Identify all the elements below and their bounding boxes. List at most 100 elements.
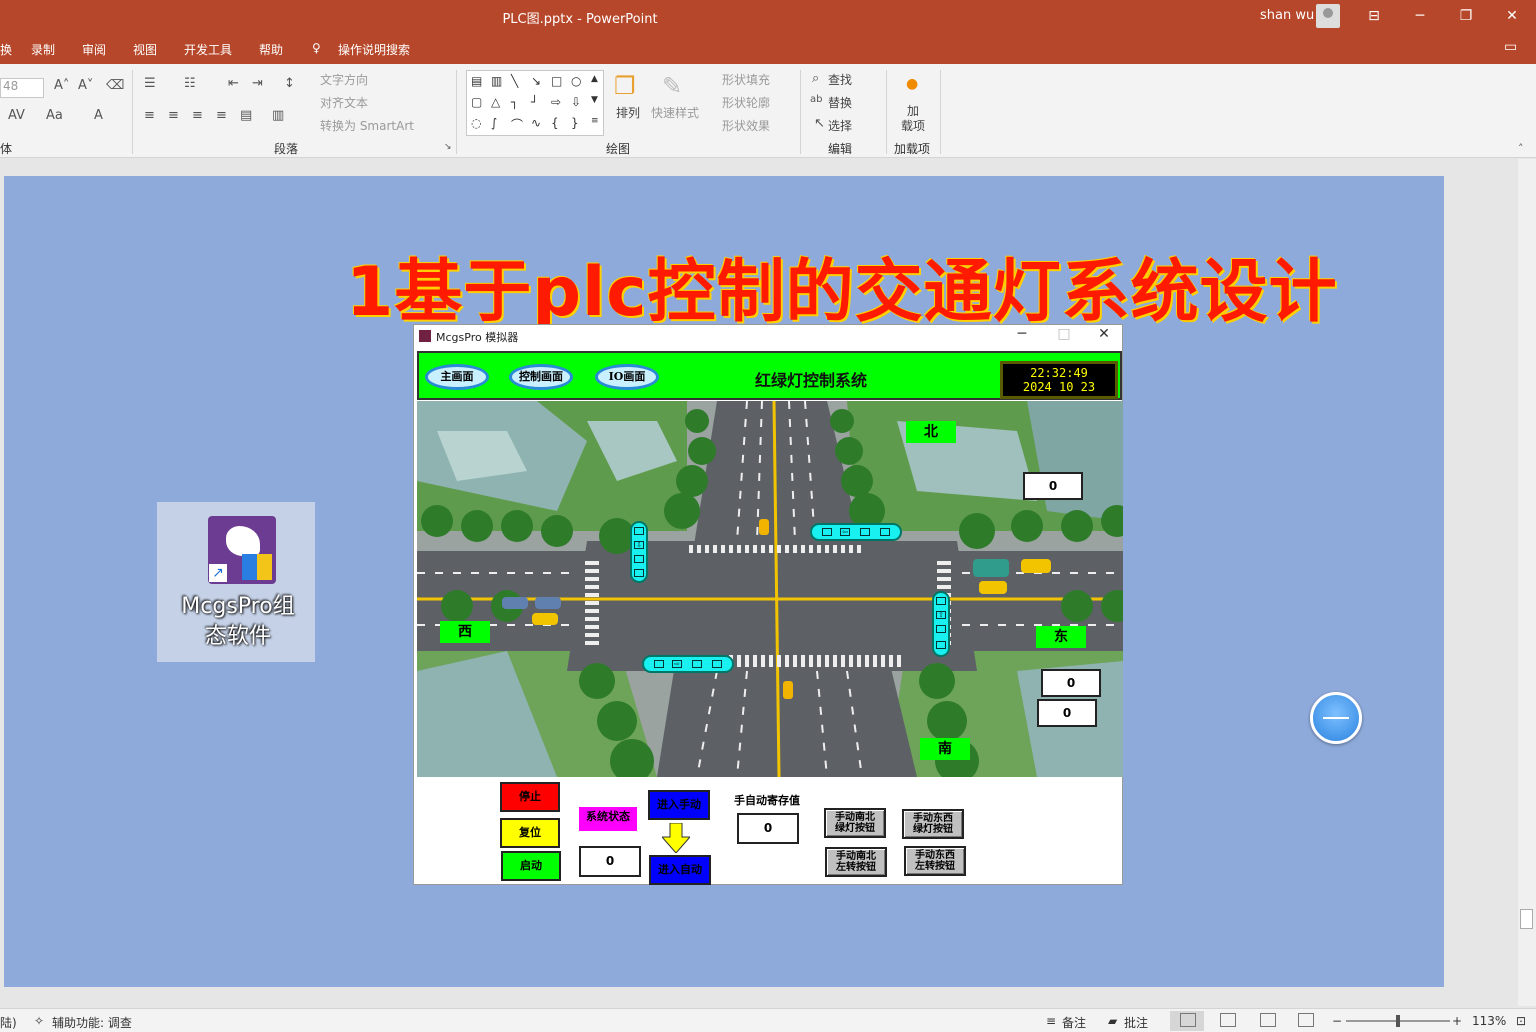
tab-help[interactable]: 帮助 (259, 41, 283, 58)
tab-review[interactable]: 审阅 (82, 41, 106, 58)
decrease-font-icon[interactable]: A˅ (78, 78, 93, 93)
arrange-icon[interactable]: ❐ (614, 72, 636, 100)
shape-effects-button[interactable]: 形状效果 (722, 117, 770, 134)
vtextbox-shape-icon[interactable]: ▥ (491, 74, 502, 88)
nav-control-screen-button[interactable]: 控制画面 (509, 364, 573, 390)
font-size-field[interactable]: 48 (0, 78, 44, 98)
ribbon-display-options-icon[interactable]: ⊟ (1364, 6, 1384, 26)
avatar[interactable] (1316, 4, 1340, 28)
elbow-shape-icon[interactable]: ┘ (531, 95, 538, 109)
font-color-icon[interactable]: A (94, 108, 103, 123)
rounded-rect-shape-icon[interactable]: ▢ (471, 95, 482, 109)
enter-auto-button[interactable]: 进入自动 (649, 855, 711, 885)
gallery-down-icon[interactable]: ▼ (591, 95, 598, 105)
zoom-out-button[interactable]: − (1332, 1014, 1342, 1028)
nav-io-screen-button[interactable]: IO画面 (595, 364, 659, 390)
notes-button[interactable]: 备注 (1062, 1014, 1086, 1031)
scrollbar-thumb[interactable] (1520, 909, 1533, 929)
stop-button[interactable]: 停止 (500, 782, 560, 812)
mcgspro-simulator-window[interactable]: McgsPro 模拟器 ─ □ ✕ 主画面 控制画面 IO画面 红绿灯控制系统 … (413, 324, 1123, 885)
quick-styles-icon[interactable]: ✎ (662, 72, 682, 100)
collapse-ribbon-icon[interactable]: ˄ (1518, 142, 1524, 155)
comment-icon[interactable]: ▭ (1504, 39, 1517, 55)
minimize-button[interactable]: ─ (1410, 6, 1430, 26)
tell-me-search[interactable]: 操作说明搜索 (338, 41, 410, 58)
align-left-icon[interactable]: ≡ (144, 108, 155, 123)
triangle-shape-icon[interactable]: △ (491, 95, 500, 109)
align-text-button[interactable]: 对齐文本 (320, 94, 368, 111)
columns-icon[interactable]: ▥ (272, 108, 284, 123)
shapes-gallery[interactable]: ▤ ▥ ╲ ↘ □ ○ ▢ △ ┐ ┘ ⇨ ⇩ ◌ ∫ ⌒ ∿ { } ▲ ▼ … (466, 70, 604, 136)
rect-shape-icon[interactable]: □ (551, 74, 562, 88)
addin-icon[interactable]: ● (906, 76, 918, 92)
slide-sorter-icon[interactable] (1220, 1013, 1236, 1027)
comments-button[interactable]: 批注 (1124, 1014, 1148, 1031)
floating-assistant-icon[interactable] (1310, 692, 1362, 744)
arrange-button[interactable]: 排列 (616, 104, 640, 121)
user-name[interactable]: shan wu (1260, 8, 1314, 23)
oval-shape-icon[interactable]: ○ (571, 74, 581, 88)
curve-shape-icon[interactable]: ∿ (531, 116, 541, 130)
vertical-scrollbar[interactable] (1518, 159, 1536, 1006)
numbering-icon[interactable]: ☷ (184, 76, 196, 91)
shape-fill-button[interactable]: 形状填充 (722, 71, 770, 88)
dialog-launcher-icon[interactable]: ↘ (444, 142, 452, 152)
connector-shape-icon[interactable]: ┐ (511, 95, 518, 109)
text-direction-button[interactable]: 文字方向 (320, 71, 368, 88)
justify-icon[interactable]: ≡ (216, 108, 227, 123)
increase-indent-icon[interactable]: ⇥ (252, 76, 263, 91)
decrease-indent-icon[interactable]: ⇤ (228, 76, 239, 91)
bullets-icon[interactable]: ☰ (144, 76, 156, 91)
reading-view-icon[interactable] (1260, 1013, 1276, 1027)
reset-button[interactable]: 复位 (500, 818, 560, 848)
align-center-icon[interactable]: ≡ (168, 108, 179, 123)
mcgspro-shortcut-image[interactable]: ↗ McgsPro组 态软件 (157, 502, 315, 662)
smartart-button[interactable]: 转换为 SmartArt (320, 117, 414, 134)
replace-button[interactable]: 替换 (828, 94, 852, 111)
restore-button[interactable]: ❐ (1456, 6, 1476, 26)
align-right-icon[interactable]: ≡ (192, 108, 203, 123)
language-status[interactable]: 陆) (0, 1014, 17, 1031)
gallery-more-icon[interactable]: ≡ (591, 116, 599, 126)
close-button[interactable]: ✕ (1502, 6, 1522, 26)
zoom-slider[interactable] (1346, 1015, 1450, 1027)
sim-minimize-button[interactable]: ─ (1012, 326, 1032, 346)
shape-outline-button[interactable]: 形状轮廓 (722, 94, 770, 111)
nav-main-screen-button[interactable]: 主画面 (425, 364, 489, 390)
tab-view[interactable]: 视图 (133, 41, 157, 58)
arc-shape-icon[interactable]: ⌒ (511, 116, 523, 133)
line-spacing-icon[interactable]: ↕ (284, 76, 295, 91)
right-brace-shape-icon[interactable]: } (571, 116, 579, 130)
sim-close-button[interactable]: ✕ (1094, 326, 1114, 346)
down-arrow-shape-icon[interactable]: ⇩ (571, 95, 581, 109)
arrow-line-shape-icon[interactable]: ↘ (531, 74, 541, 88)
addins-button[interactable]: 加 载项 (900, 104, 926, 134)
tab-record[interactable]: 录制 (31, 41, 55, 58)
quick-styles-button[interactable]: 快速样式 (651, 104, 699, 121)
manual-ew-left-button[interactable]: 手动东西 左转按钮 (904, 846, 966, 876)
accessibility-status[interactable]: 辅助功能: 调查 (52, 1014, 132, 1031)
fit-slide-icon[interactable]: ⊡ (1516, 1014, 1526, 1028)
slide-title[interactable]: 1基于plc控制的交通灯系统设计 (346, 236, 1338, 335)
clear-format-icon[interactable]: ⌫ (106, 78, 124, 93)
tab-partial[interactable]: 换 (0, 41, 12, 58)
zoom-level[interactable]: 113% (1472, 1014, 1506, 1028)
textbox-shape-icon[interactable]: ▤ (471, 74, 482, 88)
start-button[interactable]: 启动 (501, 851, 561, 881)
scribble-shape-icon[interactable]: ∫ (491, 116, 497, 130)
manual-ns-green-button[interactable]: 手动南北 绿灯按钮 (824, 808, 886, 838)
zoom-in-button[interactable]: + (1452, 1014, 1462, 1028)
enter-manual-button[interactable]: 进入手动 (648, 790, 710, 820)
distributed-icon[interactable]: ▤ (240, 108, 252, 123)
freeform-shape-icon[interactable]: ◌ (471, 116, 481, 130)
char-spacing-icon[interactable]: AV (8, 108, 25, 123)
manual-ns-left-button[interactable]: 手动南北 左转按钮 (825, 847, 887, 877)
increase-font-icon[interactable]: A˄ (54, 78, 69, 93)
tab-developer[interactable]: 开发工具 (184, 41, 232, 58)
manual-ew-green-button[interactable]: 手动东西 绿灯按钮 (902, 809, 964, 839)
gallery-up-icon[interactable]: ▲ (591, 74, 598, 84)
find-button[interactable]: 查找 (828, 71, 852, 88)
slideshow-icon[interactable] (1298, 1013, 1314, 1027)
change-case-icon[interactable]: Aa (46, 108, 63, 123)
select-button[interactable]: 选择 (828, 117, 852, 134)
